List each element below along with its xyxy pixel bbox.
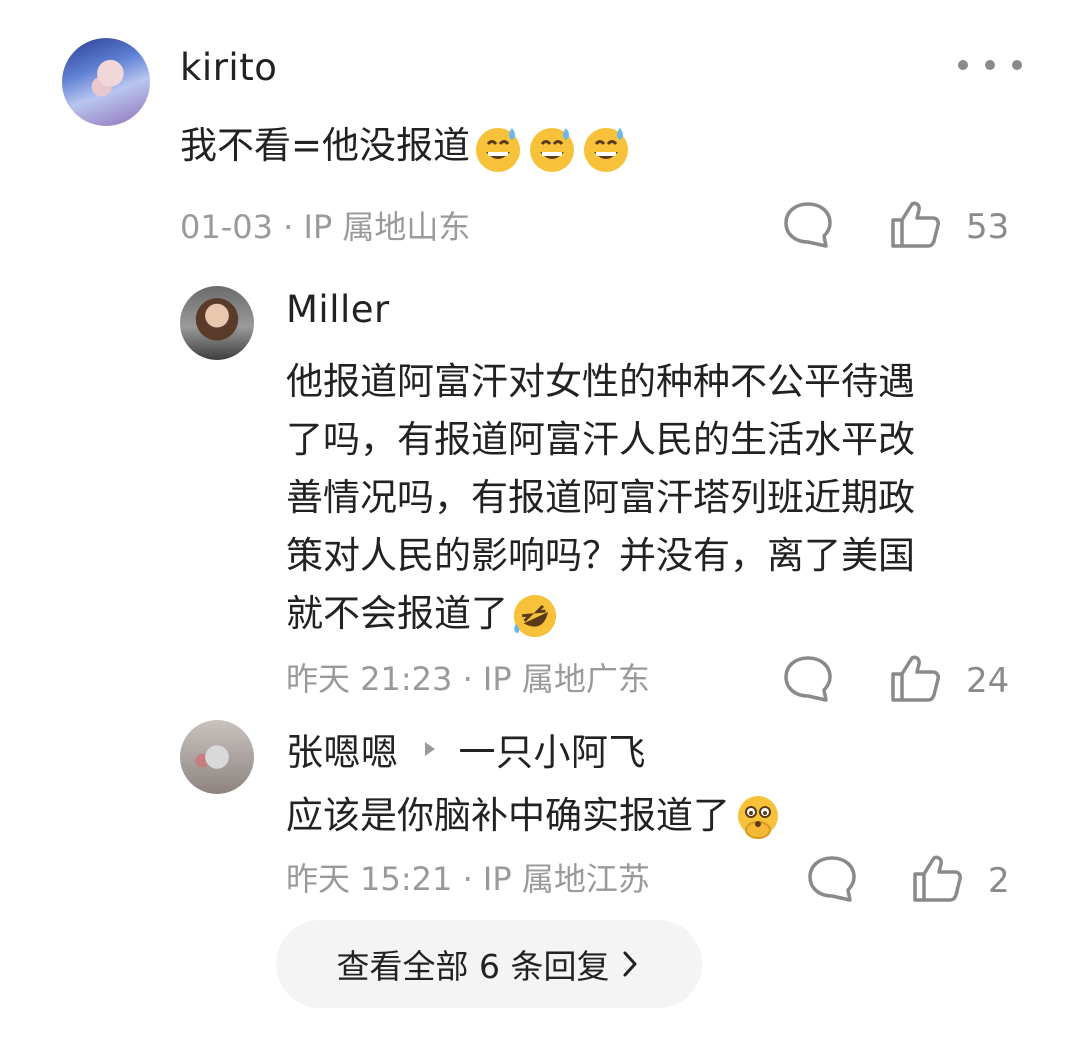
comment-reply-icon[interactable] [782, 654, 834, 704]
reply-text-line: 就不会报道了 [286, 592, 508, 635]
reply-header: 张嗯嗯 一只小阿飞 [286, 722, 646, 776]
reply-to-arrow-icon [424, 742, 435, 756]
avatar[interactable] [180, 720, 254, 794]
reply-meta: 昨天 15:21 · IP 属地江苏 [286, 860, 650, 898]
comment-text: 我不看=他没报道 [180, 116, 632, 176]
reply-text-line: 了吗，有报道阿富汗人民的生活水平改 [286, 418, 915, 461]
like-icon[interactable] [888, 198, 942, 250]
reply-text: 他报道阿富汗对女性的种种不公平待遇 了吗，有报道阿富汗人民的生活水平改 善情况吗… [286, 352, 1026, 642]
reply-text-line: 策对人民的影响吗？并没有，离了美国 [286, 534, 915, 577]
reply-username[interactable]: Miller [286, 288, 390, 331]
reply-username[interactable]: 张嗯嗯 [286, 722, 399, 776]
view-all-replies-label: 查看全部 6 条回复 [336, 947, 610, 986]
reply-text-line: 他报道阿富汗对女性的种种不公平待遇 [286, 360, 915, 403]
more-options-icon[interactable] [958, 60, 1022, 74]
comment-reply-icon[interactable] [806, 854, 858, 904]
reply-text-content: 应该是你脑补中确实报道了 [286, 794, 730, 837]
comment-meta: 01-03 · IP 属地山东 [180, 208, 471, 246]
reply-text-line-last: 就不会报道了 [286, 584, 1026, 642]
view-all-replies-button[interactable]: 查看全部 6 条回复 [276, 920, 702, 1008]
reply-text-line: 善情况吗，有报道阿富汗塔列班近期政 [286, 476, 915, 519]
grinning-sweat-icon [476, 127, 521, 172]
avatar[interactable] [62, 38, 150, 126]
comment-username[interactable]: kirito [180, 46, 277, 89]
chevron-right-icon [623, 951, 637, 977]
grinning-sweat-icon [530, 127, 575, 172]
reply-text: 应该是你脑补中确实报道了 [286, 786, 784, 846]
rolling-laugh-icon [513, 594, 557, 637]
comment-text-content: 我不看=他没报道 [180, 124, 471, 167]
like-icon[interactable] [910, 852, 964, 904]
like-icon[interactable] [888, 652, 942, 704]
avatar[interactable] [180, 286, 254, 360]
comment-reply-icon[interactable] [782, 200, 834, 250]
like-count: 24 [966, 661, 1010, 701]
face-with-hand-icon [738, 795, 778, 839]
reply-meta: 昨天 21:23 · IP 属地广东 [286, 660, 650, 698]
like-count: 2 [988, 861, 1010, 901]
grinning-sweat-icon [584, 127, 629, 172]
reply-target-username[interactable]: 一只小阿飞 [459, 722, 647, 776]
like-count: 53 [966, 207, 1010, 247]
